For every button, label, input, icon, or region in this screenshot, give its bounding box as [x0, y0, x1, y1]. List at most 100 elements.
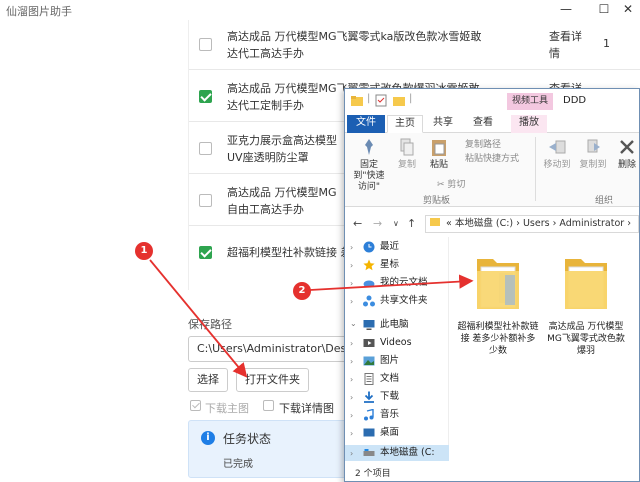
scissors-icon: ✂ — [437, 180, 445, 190]
share-icon — [363, 295, 375, 307]
folder-icon — [477, 259, 519, 309]
download-icon — [364, 391, 374, 403]
product-checkbox[interactable] — [199, 246, 212, 259]
product-title: 亚克力展示盒高达模型UV座透明防尘罩 — [227, 134, 337, 164]
download-main-label: 下载主图 — [205, 402, 249, 415]
move-to-icon — [549, 140, 566, 154]
ribbon-separator — [535, 137, 536, 201]
drive-icon — [363, 449, 375, 456]
minimize-button[interactable]: — — [552, 0, 580, 20]
address-chevrons: « — [446, 218, 452, 229]
expand-chevron-icon[interactable]: › — [350, 375, 353, 384]
product-title: 高达成品 万代模型MG飞翼零式ka版改色款冰雪姬敢达代工高达手办 — [227, 30, 482, 60]
pin-label: 固定到"快速访问" — [353, 160, 385, 192]
download-main-checkbox[interactable] — [190, 400, 201, 411]
close-button[interactable]: ✕ — [614, 0, 640, 20]
tab-view[interactable]: 查看 — [465, 115, 501, 133]
delete-button[interactable]: 删除 — [607, 137, 639, 171]
folder-icon — [430, 218, 440, 226]
navigation-pane: › 最近 › 星标 › 我的云文档 › 共享文件夹 ⌄ 此电脑 › Videos — [345, 237, 449, 461]
tab-file[interactable]: 文件 — [347, 115, 385, 133]
copy-label: 复制 — [397, 160, 416, 170]
task-status-title: 任务状态 — [223, 432, 272, 446]
expand-chevron-icon[interactable]: › — [350, 279, 353, 288]
save-path-input[interactable]: C:\Users\Administrator\Deskto — [188, 336, 348, 362]
pin-quick-access-button[interactable]: 固定到"快速访问" — [349, 137, 389, 193]
file-explorer-window: | | 视频工具 DDD 文件 主页 共享 查看 播放 固定到"快速访问" 复制… — [344, 88, 640, 482]
recent-dropdown-icon[interactable]: ∨ — [393, 219, 399, 228]
separator: | — [409, 93, 413, 104]
paste-label: 粘贴 — [429, 160, 448, 170]
paste-icon — [432, 140, 446, 156]
expand-chevron-icon[interactable]: › — [350, 297, 353, 306]
nav-label: 音乐 — [380, 409, 400, 420]
expand-chevron-icon[interactable]: › — [350, 449, 353, 458]
folder-icon — [351, 96, 363, 106]
clipboard-group-label: 剪贴板 — [423, 196, 451, 206]
status-bar: 2 个项目 — [355, 469, 391, 479]
task-status-text: 已完成 — [223, 459, 253, 470]
nav-label: 最近 — [380, 241, 400, 252]
expand-chevron-icon[interactable]: › — [350, 261, 353, 270]
nav-label: Videos — [380, 337, 412, 348]
open-folder-button[interactable]: 打开文件夹 — [236, 368, 309, 392]
properties-icon[interactable] — [375, 94, 387, 107]
move-to-button[interactable]: 移动到 — [537, 137, 577, 171]
expand-chevron-icon[interactable]: › — [350, 393, 353, 402]
explorer-title: DDD — [563, 95, 587, 106]
product-title: 超福利模型社补款链接 差多少补多少数 — [227, 246, 357, 259]
video-icon — [363, 339, 375, 347]
copy-icon — [400, 138, 414, 156]
product-checkbox[interactable] — [199, 142, 212, 155]
nav-label: 共享文件夹 — [380, 295, 428, 306]
move-to-label: 移动到 — [543, 160, 571, 170]
paste-shortcut-button[interactable]: 粘贴快捷方式 — [465, 153, 519, 165]
collapse-chevron-icon[interactable]: ⌄ — [350, 319, 357, 328]
annotation-badge-1: 1 — [135, 242, 153, 260]
separator: | — [367, 93, 371, 104]
tab-share[interactable]: 共享 — [425, 115, 461, 133]
expand-chevron-icon[interactable]: › — [350, 429, 353, 438]
tab-play[interactable]: 播放 — [511, 115, 547, 133]
address-bar-row: ← → ∨ ↑ « 本地磁盘 (C:) › Users › Administra… — [345, 213, 639, 235]
expand-chevron-icon[interactable]: › — [350, 243, 353, 252]
organize-group-label: 组织 — [595, 196, 614, 206]
folder-item[interactable]: 高达成品 万代模型MG飞翼零式改色款爆羽 — [545, 253, 627, 357]
expand-chevron-icon[interactable]: › — [350, 357, 353, 366]
product-checkbox[interactable] — [199, 38, 212, 51]
new-folder-icon[interactable] — [393, 95, 405, 107]
product-checkbox[interactable] — [199, 90, 212, 103]
paste-button[interactable]: 粘贴 — [419, 137, 459, 171]
expand-chevron-icon[interactable]: › — [350, 339, 353, 348]
back-button[interactable]: ← — [353, 217, 362, 230]
folder-name: 高达成品 万代模型MG飞翼零式改色款爆羽 — [547, 322, 625, 356]
task-status-panel: i 任务状态 已完成 — [188, 420, 348, 478]
annotation-badge-2: 2 — [293, 282, 311, 300]
product-checkbox[interactable] — [199, 194, 212, 207]
download-detail-checkbox[interactable] — [263, 400, 274, 411]
delete-icon — [620, 140, 634, 154]
info-icon: i — [201, 431, 215, 445]
folder-item[interactable]: 超福利模型社补款链接 差多少补额补多少数 — [457, 253, 539, 357]
pin-icon — [365, 139, 373, 155]
nav-label: 桌面 — [380, 427, 400, 438]
copy-to-label: 复制到 — [579, 160, 607, 170]
view-details-link[interactable]: 查看详情 — [549, 28, 589, 62]
cut-button[interactable]: ✂ 剪切 — [437, 179, 465, 191]
address-path: 本地磁盘 (C:) › Users › Administrator › — [454, 218, 632, 229]
explorer-title-bar: | | 视频工具 DDD — [345, 89, 639, 113]
choose-button[interactable]: 选择 — [188, 368, 228, 392]
up-button[interactable]: ↑ — [407, 217, 416, 230]
video-tools-tab[interactable]: 视频工具 — [507, 93, 553, 110]
tab-home[interactable]: 主页 — [387, 115, 423, 133]
copy-path-button[interactable]: 复制路径 — [465, 139, 501, 151]
save-path-label: 保存路径 — [188, 318, 232, 331]
music-icon — [364, 409, 374, 421]
star-icon — [363, 259, 375, 271]
forward-button[interactable]: → — [373, 217, 382, 230]
product-title: 高达成品 万代模型MG自由工高达手办 — [227, 186, 337, 216]
ribbon-home: 固定到"快速访问" 复制 粘贴 复制路径 粘贴快捷方式 ✂ 剪切 剪贴板 移动到… — [345, 133, 639, 207]
address-bar[interactable]: « 本地磁盘 (C:) › Users › Administrator › — [425, 215, 639, 233]
clock-icon — [363, 241, 375, 253]
expand-chevron-icon[interactable]: › — [350, 411, 353, 420]
